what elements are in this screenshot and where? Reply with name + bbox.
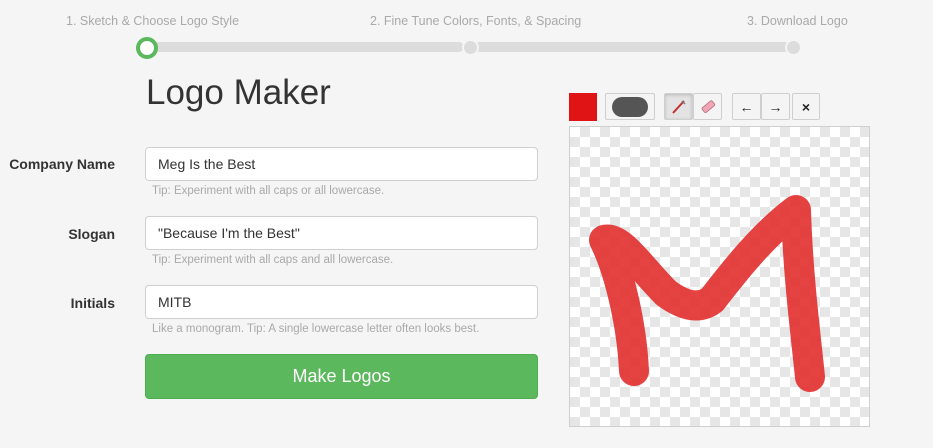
- step-2-label: 2. Fine Tune Colors, Fonts, & Spacing: [370, 14, 582, 28]
- undo-button[interactable]: ←: [732, 93, 761, 120]
- slogan-tip: Tip: Experiment with all caps and all lo…: [152, 254, 394, 266]
- company-name-label: Company Name: [9, 156, 115, 172]
- pencil-icon: [671, 99, 686, 114]
- slogan-input[interactable]: [145, 216, 538, 250]
- slogan-label: Slogan: [68, 226, 115, 242]
- initials-label: Initials: [70, 295, 115, 311]
- step-3-dot[interactable]: [785, 39, 802, 56]
- redo-button[interactable]: →: [761, 93, 790, 120]
- initials-tip: Like a monogram. Tip: A single lowercase…: [152, 323, 480, 335]
- company-name-input[interactable]: [145, 147, 538, 181]
- color-picker-swatch[interactable]: [569, 93, 597, 121]
- brush-size-button[interactable]: [605, 93, 655, 120]
- brush-size-icon: [612, 96, 648, 117]
- step-3-label: 3. Download Logo: [747, 14, 848, 28]
- eraser-tool-button[interactable]: [693, 93, 722, 120]
- eraser-icon: [701, 99, 715, 113]
- logo-maker-page: 1. Sketch & Choose Logo Style 2. Fine Tu…: [0, 0, 933, 448]
- step-2-dot[interactable]: [462, 39, 479, 56]
- progress-track-1: [148, 42, 464, 52]
- clear-canvas-button[interactable]: ×: [792, 93, 820, 120]
- step-1-dot[interactable]: [136, 37, 158, 59]
- page-title: Logo Maker: [146, 73, 331, 112]
- step-1-label: 1. Sketch & Choose Logo Style: [66, 14, 240, 28]
- sketch-canvas[interactable]: [569, 126, 870, 427]
- redo-arrow-icon: →: [768, 98, 783, 115]
- initials-input[interactable]: [145, 285, 538, 319]
- sketch-drawing: [589, 195, 825, 392]
- undo-arrow-icon: ←: [739, 98, 754, 115]
- company-name-tip: Tip: Experiment with all caps or all low…: [152, 185, 385, 197]
- clear-icon: ×: [801, 98, 811, 115]
- sketch-stroke: [589, 195, 825, 392]
- make-logos-button[interactable]: Make Logos: [145, 354, 538, 399]
- progress-track-2: [474, 42, 792, 52]
- pencil-tool-button[interactable]: [664, 93, 693, 120]
